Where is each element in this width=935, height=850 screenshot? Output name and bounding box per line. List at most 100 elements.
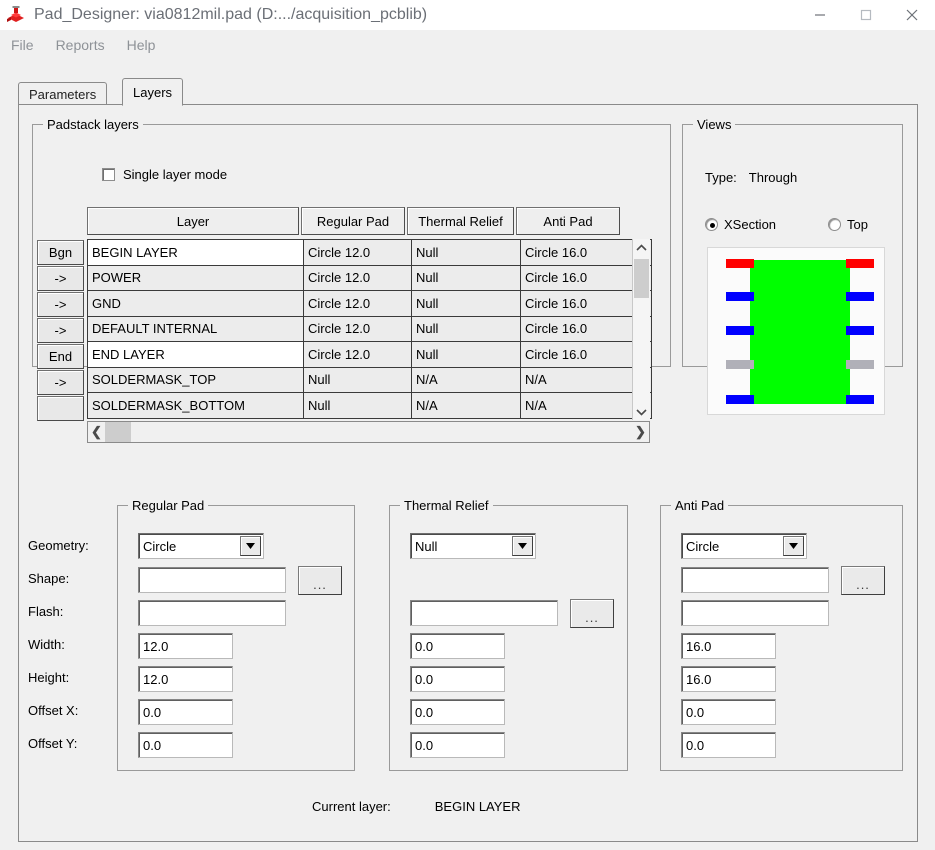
table-row[interactable]: POWER Circle 12.0 Null Circle 16.0 xyxy=(88,265,651,291)
table-row[interactable]: SOLDERMASK_TOP Null N/A N/A xyxy=(88,367,651,393)
thermal-relief-offset-x-input[interactable]: 0.0 xyxy=(410,699,505,725)
anti-pad-shape-browse-button[interactable]: ... xyxy=(841,566,885,595)
row-button-end[interactable]: End xyxy=(37,344,84,369)
single-layer-mode-checkbox[interactable]: Single layer mode xyxy=(102,167,227,182)
scroll-up-icon[interactable] xyxy=(633,239,650,256)
table-vertical-scrollbar[interactable] xyxy=(632,239,650,420)
table-row[interactable]: BEGIN LAYER Circle 12.0 Null Circle 16.0 xyxy=(88,240,651,266)
table-horizontal-scrollbar[interactable]: ❮ ❯ xyxy=(87,421,650,443)
thermal-relief-shape-input[interactable] xyxy=(410,600,558,626)
regular-pad-offset-y-input[interactable]: 0.0 xyxy=(138,732,233,758)
cell-regular-pad[interactable]: Circle 12.0 xyxy=(304,342,412,367)
radio-indicator[interactable] xyxy=(705,218,718,231)
row-button-default-internal[interactable]: -> xyxy=(37,318,84,343)
views-group: Views Type: Through XSection Top xyxy=(682,117,903,415)
scroll-track[interactable] xyxy=(105,422,632,442)
scroll-right-icon[interactable]: ❯ xyxy=(632,424,649,440)
anti-pad-offset-x-input[interactable]: 0.0 xyxy=(681,699,776,725)
tab-strip: Parameters Layers xyxy=(18,78,918,106)
minimize-icon[interactable] xyxy=(797,0,843,30)
cell-thermal-relief[interactable]: Null xyxy=(412,291,521,316)
label-width: Width: xyxy=(28,637,65,652)
tab-layers[interactable]: Layers xyxy=(122,78,184,106)
anti-pad-offset-y-input[interactable]: 0.0 xyxy=(681,732,776,758)
thermal-relief-height-input[interactable]: 0.0 xyxy=(410,666,505,692)
begin-layer-bar-right xyxy=(846,259,874,268)
cell-regular-pad[interactable]: Circle 12.0 xyxy=(304,240,412,265)
cell-layer[interactable]: DEFAULT INTERNAL xyxy=(88,316,304,341)
thermal-relief-shape-browse-button[interactable]: ... xyxy=(570,599,614,628)
chevron-down-icon[interactable] xyxy=(783,536,804,556)
table-row[interactable]: GND Circle 12.0 Null Circle 16.0 xyxy=(88,291,651,317)
cell-layer[interactable]: END LAYER xyxy=(88,342,304,367)
regular-pad-geometry-select[interactable]: Circle xyxy=(138,533,264,559)
row-button-column: Bgn -> -> -> End -> xyxy=(37,240,84,422)
thermal-relief-width-input[interactable]: 0.0 xyxy=(410,633,505,659)
cell-thermal-relief[interactable]: Null xyxy=(412,240,521,265)
column-header-layer[interactable]: Layer xyxy=(87,207,299,235)
column-header-anti-pad[interactable]: Anti Pad xyxy=(516,207,620,235)
anti-pad-width-input[interactable]: 16.0 xyxy=(681,633,776,659)
row-button-power[interactable]: -> xyxy=(37,266,84,291)
cell-thermal-relief[interactable]: N/A xyxy=(412,393,521,418)
menu-item-reports[interactable]: Reports xyxy=(45,34,116,56)
regular-pad-width-input[interactable]: 12.0 xyxy=(138,633,233,659)
label-shape: Shape: xyxy=(28,571,70,586)
regular-pad-shape-input[interactable] xyxy=(138,567,286,593)
row-button-soldermask-bottom[interactable] xyxy=(37,396,84,421)
regular-pad-legend: Regular Pad xyxy=(128,498,209,513)
regular-pad-height-input[interactable]: 12.0 xyxy=(138,666,233,692)
cell-layer[interactable]: GND xyxy=(88,291,304,316)
maximize-icon[interactable] xyxy=(843,0,889,30)
radio-indicator[interactable] xyxy=(828,218,841,231)
table-row[interactable]: DEFAULT INTERNAL Circle 12.0 Null Circle… xyxy=(88,316,651,342)
cell-thermal-relief[interactable]: Null xyxy=(412,342,521,367)
cell-thermal-relief[interactable]: Null xyxy=(412,316,521,341)
cell-layer[interactable]: POWER xyxy=(88,265,304,290)
padstack-layers-group: Padstack layers Single layer mode Bgn ->… xyxy=(32,117,671,443)
radio-top[interactable]: Top xyxy=(828,217,868,232)
anti-pad-shape-input[interactable] xyxy=(681,567,829,593)
cell-layer[interactable]: SOLDERMASK_BOTTOM xyxy=(88,393,304,418)
column-header-thermal-relief[interactable]: Thermal Relief xyxy=(407,207,514,235)
scroll-thumb[interactable] xyxy=(634,259,649,298)
thermal-relief-offset-y-input[interactable]: 0.0 xyxy=(410,732,505,758)
cell-regular-pad[interactable]: Circle 12.0 xyxy=(304,291,412,316)
anti-pad-geometry-select[interactable]: Circle xyxy=(681,533,807,559)
cell-regular-pad[interactable]: Circle 12.0 xyxy=(304,316,412,341)
cell-thermal-relief[interactable]: Null xyxy=(412,265,521,290)
cell-regular-pad[interactable]: Circle 12.0 xyxy=(304,265,412,290)
scroll-down-icon[interactable] xyxy=(633,403,650,420)
cell-layer[interactable]: BEGIN LAYER xyxy=(88,240,304,265)
table-row[interactable]: SOLDERMASK_BOTTOM Null N/A N/A xyxy=(88,393,651,418)
chevron-down-icon[interactable] xyxy=(240,536,261,556)
tab-parameters[interactable]: Parameters xyxy=(18,82,108,105)
cell-regular-pad[interactable]: Null xyxy=(304,367,412,392)
anti-pad-height-input[interactable]: 16.0 xyxy=(681,666,776,692)
regular-pad-shape-browse-button[interactable]: ... xyxy=(298,566,342,595)
padstack-layers-legend: Padstack layers xyxy=(43,117,143,132)
cell-layer[interactable]: SOLDERMASK_TOP xyxy=(88,367,304,392)
plated-barrel-core xyxy=(750,260,850,404)
anti-pad-flash-input[interactable] xyxy=(681,600,829,626)
power-layer-bar-left xyxy=(726,292,754,301)
column-header-regular-pad[interactable]: Regular Pad xyxy=(301,207,405,235)
scroll-left-icon[interactable]: ❮ xyxy=(88,424,105,440)
chevron-down-icon[interactable] xyxy=(512,536,533,556)
regular-pad-flash-input[interactable] xyxy=(138,600,286,626)
checkbox-box[interactable] xyxy=(102,168,115,181)
regular-pad-offset-x-input[interactable]: 0.0 xyxy=(138,699,233,725)
label-height: Height: xyxy=(28,670,70,685)
row-button-soldermask-top[interactable]: -> xyxy=(37,370,84,395)
scroll-thumb[interactable] xyxy=(105,422,131,442)
cell-thermal-relief[interactable]: N/A xyxy=(412,367,521,392)
row-button-begin[interactable]: Bgn xyxy=(37,240,84,265)
thermal-relief-geometry-select[interactable]: Null xyxy=(410,533,536,559)
radio-xsection[interactable]: XSection xyxy=(705,217,776,232)
menu-item-file[interactable]: File xyxy=(0,34,45,56)
close-icon[interactable] xyxy=(889,0,935,30)
table-row[interactable]: END LAYER Circle 12.0 Null Circle 16.0 xyxy=(88,342,651,368)
row-button-gnd[interactable]: -> xyxy=(37,292,84,317)
menu-item-help[interactable]: Help xyxy=(116,34,167,56)
cell-regular-pad[interactable]: Null xyxy=(304,393,412,418)
